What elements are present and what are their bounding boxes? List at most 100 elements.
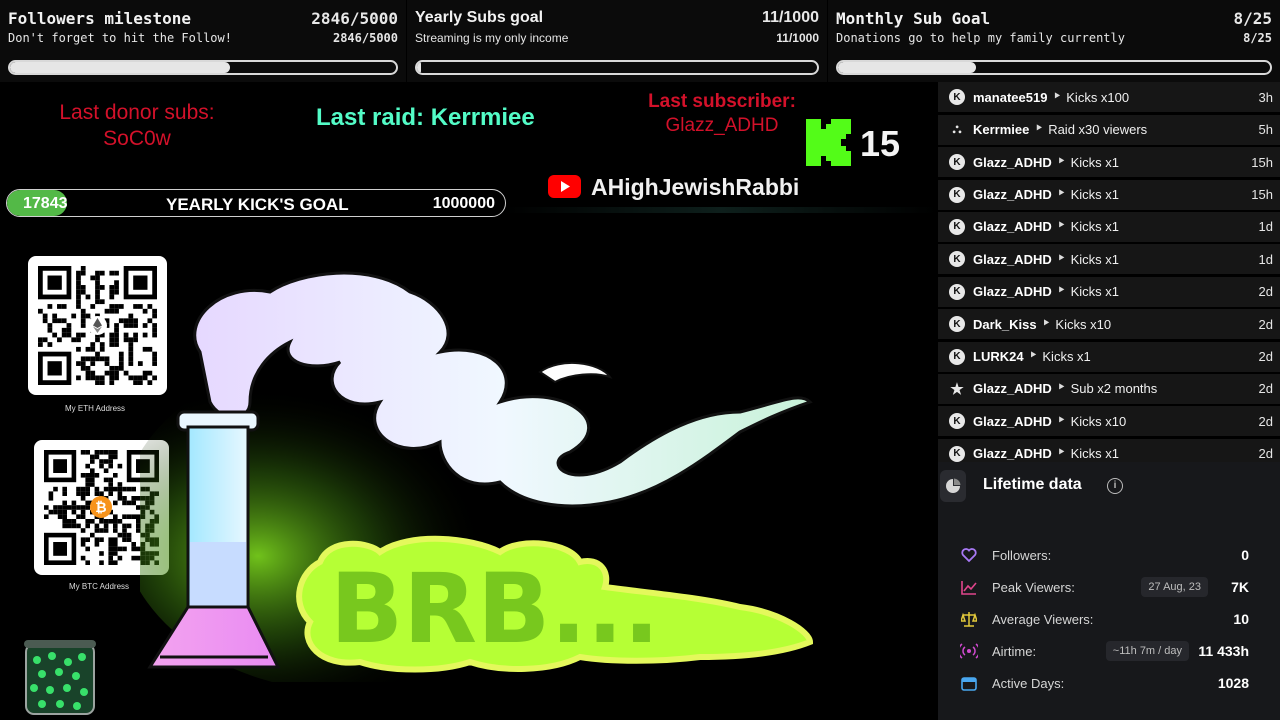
qr-module	[117, 546, 123, 552]
qr-module	[114, 308, 119, 314]
lifetime-pill: ~11h 7m / day	[1105, 641, 1189, 661]
qr-module	[118, 318, 124, 324]
qr-module	[90, 275, 96, 281]
feed-item[interactable]: K Glazz_ADHD ⯈ Kicks x1 2d	[938, 438, 1280, 462]
feed-user: Dark_Kiss	[973, 316, 1037, 332]
qr-module	[113, 514, 118, 519]
qr-module	[99, 299, 105, 305]
qr-module	[114, 375, 119, 381]
feed-item[interactable]: ⛬ Kerrmiee ⯈ Raid x30 viewers 5h	[938, 114, 1280, 147]
feed-time: 5h	[1258, 122, 1273, 138]
qr-module	[71, 500, 77, 506]
qr-module	[76, 280, 81, 286]
qr-module	[122, 514, 127, 519]
qr-module	[131, 486, 136, 492]
qr-module	[90, 361, 96, 366]
qr-module	[108, 551, 113, 556]
last-subscriber-label: Last subscriber:	[648, 91, 796, 112]
qr-module	[99, 380, 105, 385]
feed-item[interactable]: K Glazz_ADHD ⯈ Kicks x1 15h	[938, 147, 1280, 180]
goal-count-secondary: 2846/5000	[332, 31, 398, 45]
qr-module	[103, 528, 109, 533]
qr-module	[57, 509, 63, 515]
goal-title: Monthly Sub Goal	[836, 9, 991, 28]
feed-item[interactable]: K Glazz_ADHD ⯈ Kicks x1 2d	[938, 276, 1280, 309]
qr-module	[126, 486, 132, 492]
qr-module	[122, 486, 127, 492]
qr-module	[99, 519, 104, 524]
qr-module	[108, 450, 113, 455]
pie-chart-icon[interactable]	[940, 470, 966, 502]
qr-module	[42, 337, 48, 343]
qr-module	[122, 528, 127, 533]
qr-module	[76, 275, 81, 281]
feed-item[interactable]: K LURK24 ⯈ Kicks x1 2d	[938, 341, 1280, 374]
feed-item[interactable]: K Glazz_ADHD ⯈ Kicks x1 15h	[938, 179, 1280, 212]
qr-module	[67, 505, 72, 510]
qr-module	[113, 454, 118, 460]
qr-module	[80, 473, 86, 478]
qr-module	[71, 519, 77, 524]
svg-text:₿: ₿	[95, 500, 106, 516]
qr-module	[128, 361, 134, 366]
qr-module	[118, 365, 124, 371]
info-icon[interactable]: i	[1107, 478, 1123, 494]
activity-feed[interactable]: Kmanatee519 ⯈ Kicks x100 3h ⛬ Kerrmiee ⯈ Raid x…	[938, 82, 1280, 462]
feed-user: Glazz_ADHD	[973, 381, 1052, 397]
qr-module	[131, 500, 136, 506]
qr-module	[113, 551, 118, 556]
kick-icon: K	[949, 283, 965, 300]
qr-module	[117, 491, 123, 496]
feed-item[interactable]: Kmanatee519 ⯈ Kicks x100 3h	[938, 82, 1280, 115]
goal-title: Yearly Subs goal	[415, 9, 544, 26]
brb-smoke-art: BRB...	[140, 271, 814, 682]
qr-module	[128, 313, 134, 319]
qr-module	[109, 342, 115, 347]
arrow-icon: ⯈	[1056, 220, 1066, 233]
qr-module	[85, 473, 90, 478]
qr-module	[114, 304, 119, 309]
feed-user: Glazz_ADHD	[973, 446, 1052, 462]
feed-action: Kicks x1	[1070, 251, 1119, 267]
qr-module	[85, 560, 90, 565]
qr-module	[109, 365, 115, 371]
qr-module	[80, 308, 86, 314]
lifetime-label: Peak Viewers:	[992, 580, 1075, 595]
qr-module	[62, 505, 67, 510]
qr-module	[80, 537, 86, 542]
qr-module	[85, 523, 90, 529]
feed-item[interactable]: K Glazz_ADHD ⯈ Kicks x1 1d	[938, 211, 1280, 244]
feed-time: 1d	[1258, 219, 1273, 235]
arrow-icon: ⯈	[1056, 447, 1066, 460]
qr-module	[103, 459, 109, 464]
goal-title: Followers milestone	[8, 9, 192, 28]
qr-module	[133, 332, 138, 338]
qr-module	[48, 509, 54, 515]
qr-module	[85, 546, 90, 552]
lifetime-header: Lifetime data i	[938, 462, 1280, 510]
feed-item[interactable]: K Glazz_ADHD ⯈ Kicks x10 2d	[938, 406, 1280, 439]
qr-module	[133, 380, 138, 385]
qr-module	[133, 337, 138, 343]
qr-module	[114, 337, 119, 343]
qr-module	[99, 463, 104, 469]
arrow-icon: ⯈	[1056, 252, 1066, 265]
arrow-icon: ⯈	[1041, 317, 1051, 330]
qr-module	[99, 459, 104, 464]
qr-module	[90, 346, 96, 352]
qr-module	[108, 560, 113, 565]
qr-module	[85, 463, 90, 469]
yearly-kicks-label: YEARLY KICK'S GOAL	[166, 195, 349, 214]
arrow-icon: ⯈	[1056, 285, 1066, 298]
feed-action: Raid x30 viewers	[1048, 122, 1148, 138]
goal-progress-fill	[10, 62, 230, 73]
goal-count: 2846/5000	[311, 9, 398, 28]
arrow-icon: ⯈	[1028, 350, 1038, 363]
lifetime-label: Active Days:	[992, 676, 1065, 691]
feed-item[interactable]: K Glazz_ADHD ⯈ Kicks x1 1d	[938, 244, 1280, 277]
lifetime-row: Followers: 0	[938, 539, 1280, 571]
feed-time: 2d	[1258, 446, 1273, 462]
feed-item[interactable]: ★ Glazz_ADHD ⯈ Sub x2 months 2d	[938, 373, 1280, 406]
goal-count-secondary: 8/25	[1243, 31, 1272, 45]
feed-item[interactable]: K Dark_Kiss ⯈ Kicks x10 2d	[938, 309, 1280, 342]
